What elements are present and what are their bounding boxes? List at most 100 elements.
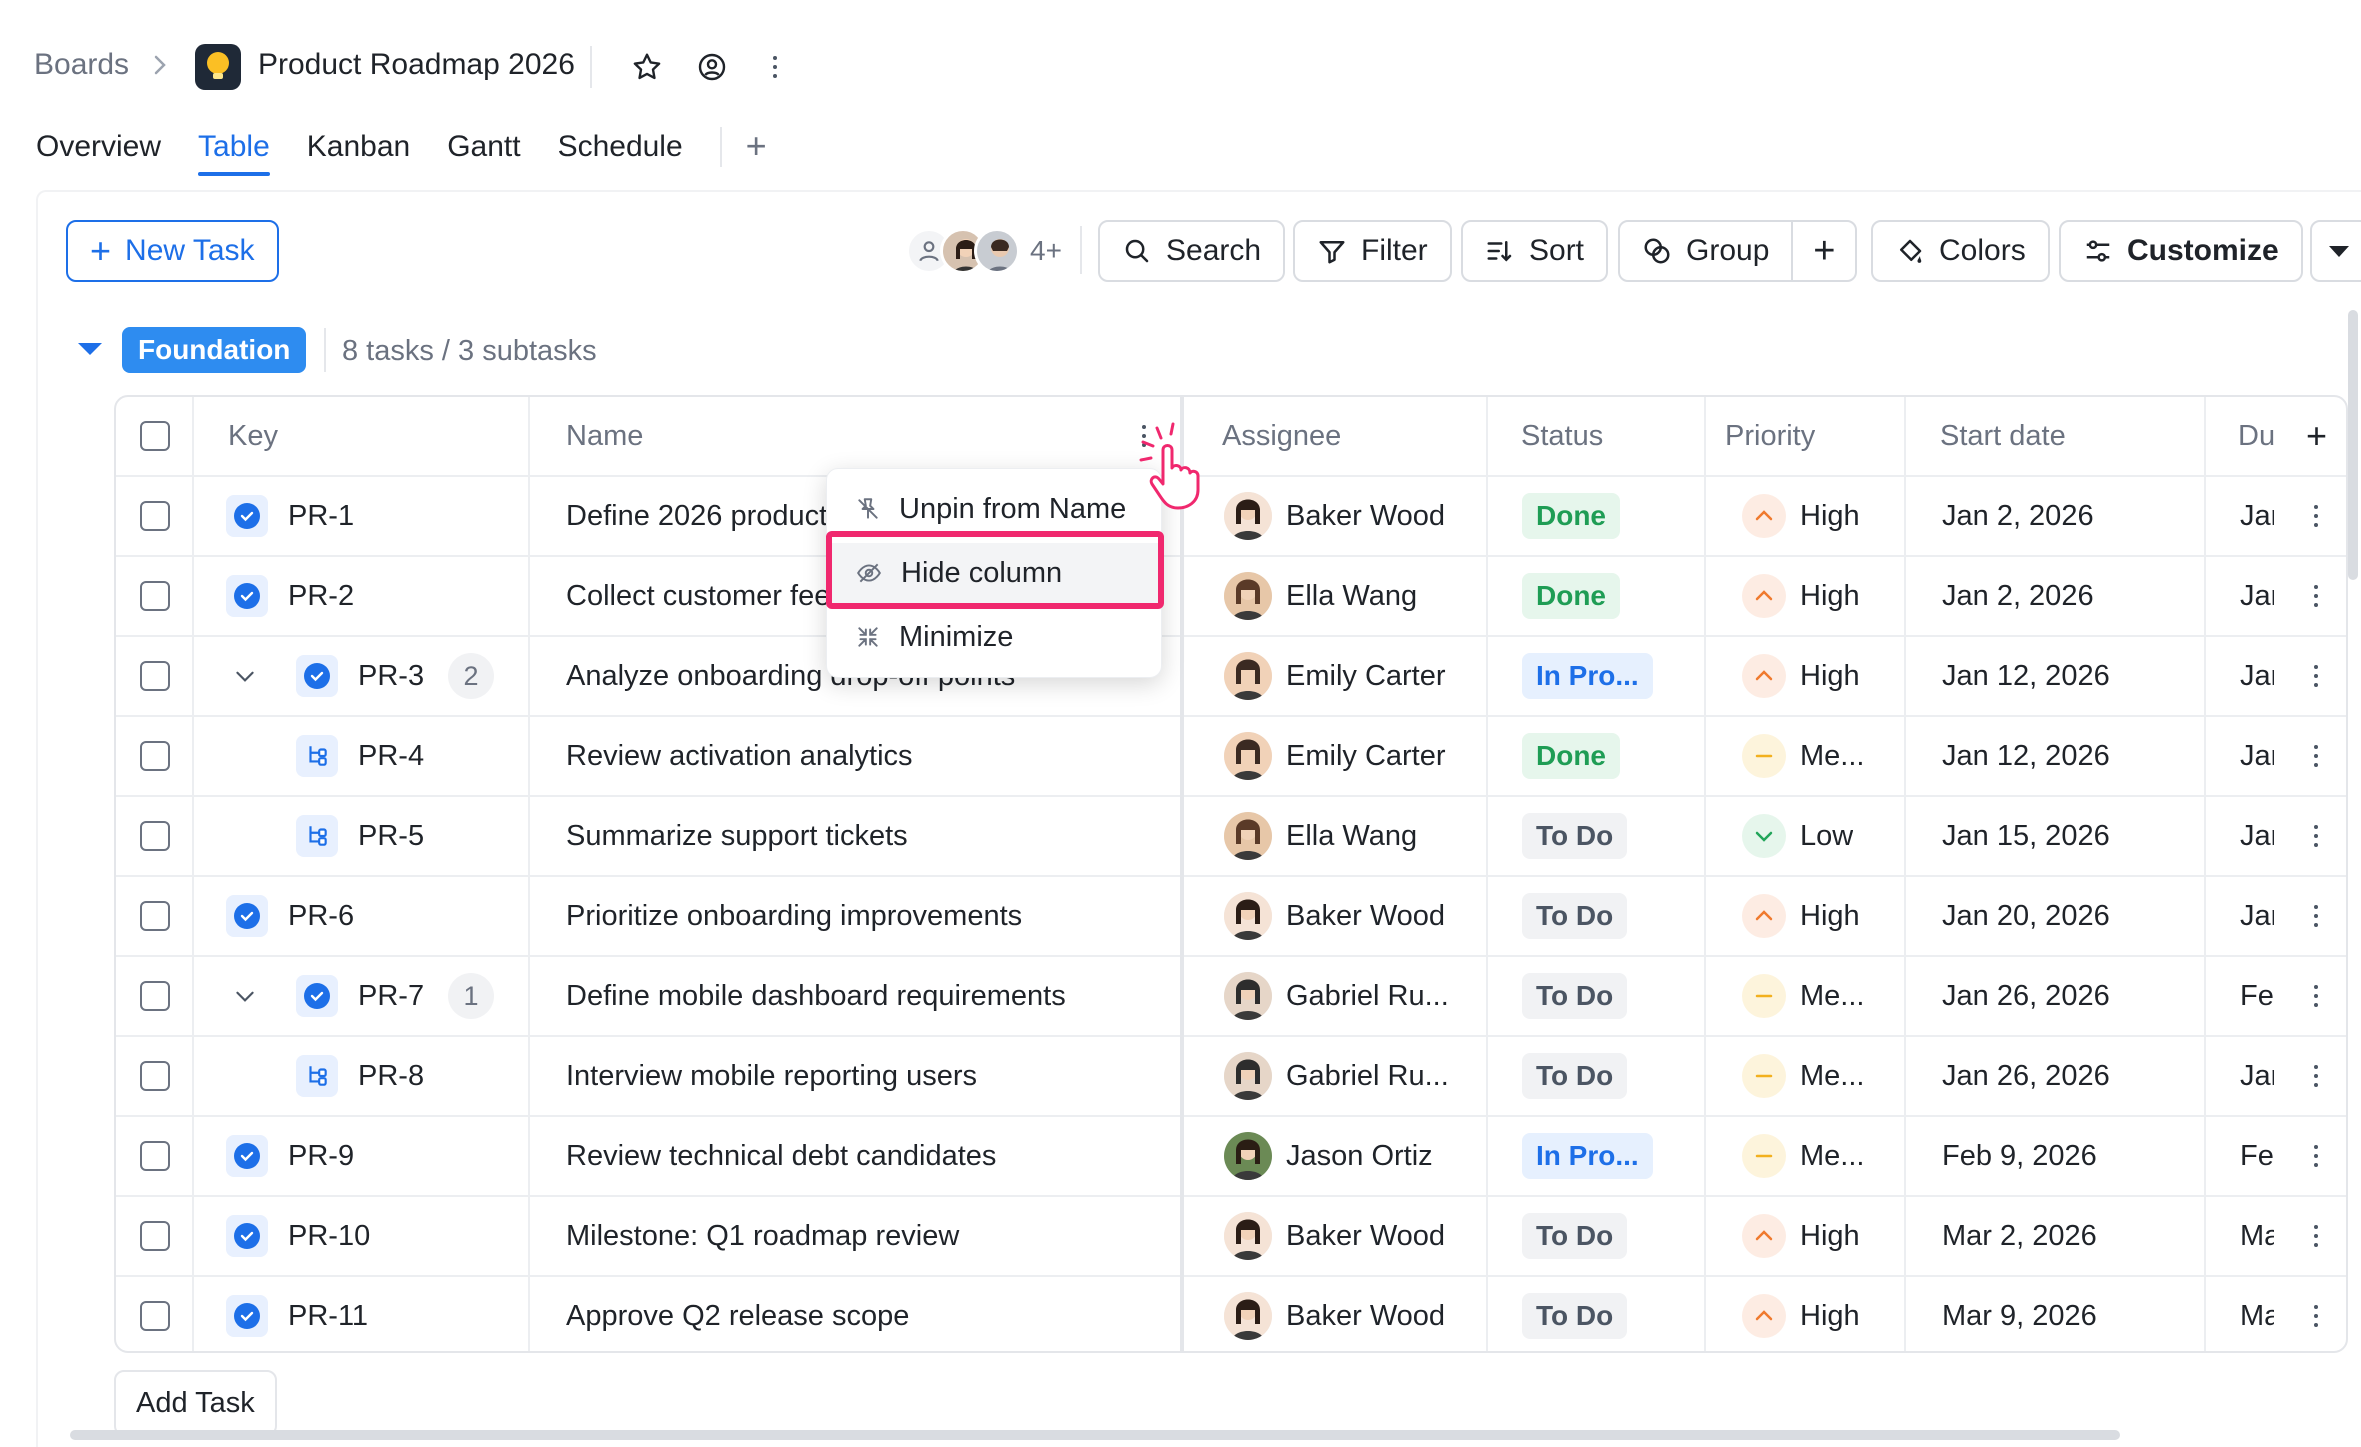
task-name[interactable]: Prioritize onboarding improvements [566,877,1176,955]
priority-cell[interactable]: High [1742,1197,1860,1275]
task-name[interactable]: Summarize support tickets [566,797,1176,875]
task-key[interactable]: PR-2 [288,557,354,635]
assignee-cell[interactable]: Emily Carter [1224,717,1446,795]
task-key[interactable]: PR-9 [288,1117,354,1195]
assignee-cell[interactable]: Ella Wang [1224,557,1417,635]
row-more-icon[interactable] [2306,1117,2326,1195]
add-group-plus-icon[interactable]: + [1793,230,1855,273]
watch-icon[interactable] [690,45,734,89]
priority-cell[interactable]: Me... [1742,957,1864,1035]
priority-cell[interactable]: Me... [1742,1117,1864,1195]
status-badge[interactable]: In Pro... [1522,1133,1653,1179]
start-date[interactable]: Jan 2, 2026 [1942,557,2094,635]
table-row[interactable]: PR-4 Review activation analytics Emily Car… [116,717,2346,797]
task-key[interactable]: PR-6 [288,877,354,955]
table-row[interactable]: PR-2 Collect customer fee Ella Wang Done Hig… [116,557,2346,637]
row-checkbox[interactable] [140,501,170,531]
start-date[interactable]: Feb 9, 2026 [1942,1117,2097,1195]
row-more-icon[interactable] [2306,1037,2326,1115]
priority-cell[interactable]: High [1742,877,1860,955]
colors-button[interactable]: Colors [1871,220,2050,282]
status-badge[interactable]: To Do [1522,893,1628,939]
favorite-star-icon[interactable] [625,45,669,89]
task-key[interactable]: PR-4 [358,717,424,795]
start-date[interactable]: Jan 12, 2026 [1942,717,2110,795]
table-row[interactable]: PR-10 Milestone: Q1 roadmap review Baker W… [116,1197,2346,1277]
priority-cell[interactable]: High [1742,1277,1860,1351]
add-task-button[interactable]: Add Task [114,1370,277,1436]
start-date[interactable]: Jan 26, 2026 [1942,957,2110,1035]
column-header-assignee[interactable]: Assignee [1222,397,1341,475]
tab-schedule[interactable]: Schedule [558,130,683,176]
row-checkbox[interactable] [140,741,170,771]
row-more-icon[interactable] [2306,717,2326,795]
status-badge[interactable]: Done [1522,733,1620,779]
task-key[interactable]: PR-5 [358,797,424,875]
table-row[interactable]: PR-6 Prioritize onboarding improvements Ba… [116,877,2346,957]
tab-overview[interactable]: Overview [36,130,161,176]
more-options-icon[interactable] [753,45,797,89]
assignee-cell[interactable]: Baker Wood [1224,877,1445,955]
assignee-cell[interactable]: Emily Carter [1224,637,1446,715]
column-header-start-date[interactable]: Start date [1940,397,2066,475]
group-name-badge[interactable]: Foundation [122,327,307,373]
row-more-icon[interactable] [2306,477,2326,555]
menu-item-minimize[interactable]: Minimize [827,607,1161,667]
task-name[interactable]: Review activation analytics [566,717,1176,795]
priority-cell[interactable]: High [1742,637,1860,715]
table-row[interactable]: PR-11 Approve Q2 release scope Baker Wood T… [116,1277,2346,1351]
due-date[interactable]: Ma [2240,1197,2274,1275]
task-name[interactable]: Approve Q2 release scope [566,1277,1176,1351]
status-badge[interactable]: To Do [1522,813,1628,859]
filter-button[interactable]: Filter [1293,220,1452,282]
task-name[interactable]: Milestone: Q1 roadmap review [566,1197,1176,1275]
search-button[interactable]: Search [1098,220,1286,282]
assignee-cell[interactable]: Gabriel Ru... [1224,1037,1449,1115]
start-date[interactable]: Jan 26, 2026 [1942,1037,2110,1115]
due-date[interactable]: Jar [2240,557,2274,635]
pinned-column-divider[interactable] [1180,397,1184,1351]
due-date[interactable]: Jar [2240,637,2274,715]
row-checkbox[interactable] [140,1141,170,1171]
column-header-due[interactable]: Du [2238,397,2274,475]
due-date[interactable]: Fe [2240,1117,2274,1195]
due-date[interactable]: Jar [2240,797,2274,875]
tab-kanban[interactable]: Kanban [307,130,410,176]
customize-button[interactable]: Customize [2059,220,2303,282]
tab-table[interactable]: Table [198,130,270,176]
due-date[interactable]: Jar [2240,877,2274,955]
expand-chevron-icon[interactable] [232,637,258,715]
assignee-cell[interactable]: Gabriel Ru... [1224,957,1449,1035]
priority-cell[interactable]: Me... [1742,717,1864,795]
due-date[interactable]: Fe [2240,957,2274,1035]
row-more-icon[interactable] [2306,557,2326,635]
status-badge[interactable]: Done [1522,573,1620,619]
assignee-cell[interactable]: Jason Ortiz [1224,1117,1433,1195]
status-badge[interactable]: To Do [1522,1293,1628,1339]
priority-cell[interactable]: Low [1742,797,1853,875]
horizontal-scrollbar[interactable] [70,1430,2120,1440]
sort-button[interactable]: Sort [1461,220,1609,282]
status-badge[interactable]: To Do [1522,1213,1628,1259]
table-row[interactable]: PR-8 Interview mobile reporting users Gabr… [116,1037,2346,1117]
table-row[interactable]: PR-5 Summarize support tickets Ella Wang To… [116,797,2346,877]
priority-cell[interactable]: High [1742,477,1860,555]
row-checkbox[interactable] [140,1221,170,1251]
priority-cell[interactable]: High [1742,557,1860,635]
due-date[interactable]: Jar [2240,717,2274,795]
column-header-priority[interactable]: Priority [1725,397,1815,475]
toolbar-dropdown-button[interactable] [2310,220,2361,282]
table-row[interactable]: PR-9 Review technical debt candidates Jaso… [116,1117,2346,1197]
expand-chevron-icon[interactable] [232,957,258,1035]
start-date[interactable]: Mar 9, 2026 [1942,1277,2097,1351]
row-checkbox[interactable] [140,1301,170,1331]
row-checkbox[interactable] [140,981,170,1011]
status-badge[interactable]: To Do [1522,1053,1628,1099]
task-name[interactable]: Interview mobile reporting users [566,1037,1176,1115]
due-date[interactable]: Jar [2240,1037,2274,1115]
row-checkbox[interactable] [140,821,170,851]
row-checkbox[interactable] [140,901,170,931]
column-header-status[interactable]: Status [1521,397,1603,475]
breadcrumb-boards[interactable]: Boards [34,48,129,82]
row-checkbox[interactable] [140,1061,170,1091]
